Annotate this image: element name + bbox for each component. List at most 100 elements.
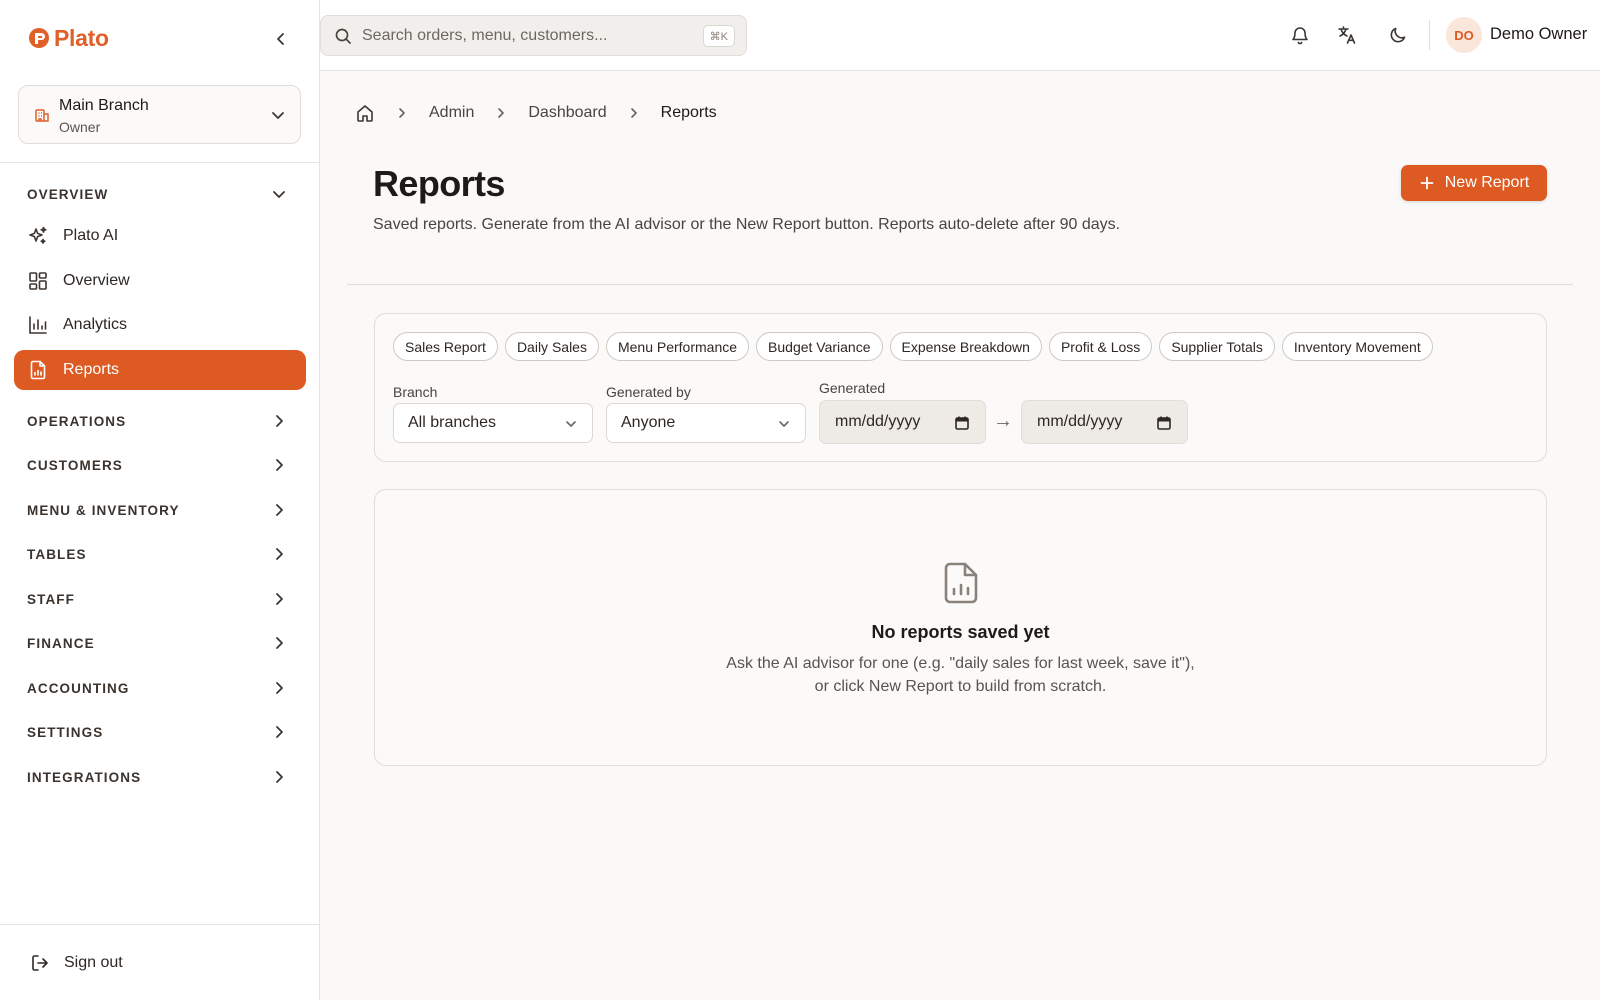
- section-accounting[interactable]: ACCOUNTING: [27, 676, 295, 700]
- empty-state: No reports saved yet Ask the AI advisor …: [374, 489, 1547, 766]
- plus-icon: [1419, 175, 1435, 191]
- date-to-input[interactable]: mm/dd/yyyy: [1021, 400, 1188, 444]
- file-chart-icon: [941, 561, 981, 605]
- page-title: Reports: [373, 163, 505, 204]
- section-label: OVERVIEW: [27, 186, 109, 202]
- chevron-down-icon: [777, 417, 791, 431]
- bar-chart-icon: [27, 314, 49, 336]
- logo[interactable]: Plato: [28, 23, 109, 53]
- new-report-button[interactable]: New Report: [1401, 165, 1547, 201]
- sidebar-divider: [0, 162, 320, 163]
- sparkles-icon: [27, 225, 49, 247]
- chip-daily-sales[interactable]: Daily Sales: [504, 332, 599, 361]
- chevron-right-icon: [627, 106, 641, 120]
- branch-select[interactable]: All branches: [393, 403, 593, 443]
- branch-switcher[interactable]: Main Branch Owner: [18, 85, 301, 144]
- home-icon[interactable]: [355, 103, 375, 123]
- section-finance[interactable]: FINANCE: [27, 631, 295, 655]
- chevron-right-icon: [271, 413, 287, 429]
- generated-by-label: Generated by: [606, 384, 691, 400]
- sign-out-button[interactable]: Sign out: [30, 951, 123, 975]
- range-arrow: →: [993, 410, 1013, 432]
- filters-panel: Sales Report Daily Sales Menu Performanc…: [374, 313, 1547, 462]
- date-to-value: mm/dd/yyyy: [1037, 413, 1123, 430]
- breadcrumb-dashboard[interactable]: Dashboard: [528, 104, 606, 122]
- sidebar-item-analytics[interactable]: Analytics: [14, 305, 306, 345]
- date-from-value: mm/dd/yyyy: [835, 413, 921, 430]
- branch-name: Main Branch: [59, 97, 149, 114]
- section-label: ACCOUNTING: [27, 680, 130, 696]
- plato-logo-icon: [28, 27, 50, 49]
- section-overview[interactable]: OVERVIEW: [27, 182, 295, 206]
- logo-text: Plato: [54, 24, 109, 51]
- avatar[interactable]: DO: [1446, 17, 1482, 53]
- topbar: Search orders, menu, customers... ⌘K DO …: [320, 0, 1600, 71]
- sidebar-item-label: Reports: [63, 361, 120, 378]
- chip-menu-performance[interactable]: Menu Performance: [605, 332, 750, 361]
- breadcrumb-current: Reports: [660, 104, 717, 121]
- section-label: INTEGRATIONS: [27, 769, 142, 785]
- search-icon: [334, 27, 352, 45]
- chip-inventory-movement[interactable]: Inventory Movement: [1281, 332, 1433, 361]
- search-input[interactable]: Search orders, menu, customers...: [362, 27, 607, 45]
- section-menu-inventory[interactable]: MENU & INVENTORY: [27, 498, 295, 522]
- translate-icon[interactable]: [1335, 23, 1359, 47]
- new-report-label: New Report: [1444, 174, 1530, 191]
- date-from-input[interactable]: mm/dd/yyyy: [819, 400, 986, 444]
- generated-by-select[interactable]: Anyone: [606, 403, 806, 443]
- user-name[interactable]: Demo Owner: [1490, 25, 1587, 44]
- sidebar-footer-divider: [0, 924, 320, 925]
- search-shortcut-badge: ⌘K: [702, 25, 735, 47]
- section-integrations[interactable]: INTEGRATIONS: [27, 765, 295, 789]
- chevron-right-icon: [271, 769, 287, 785]
- file-chart-icon: [27, 359, 49, 381]
- chevron-right-icon: [271, 680, 287, 696]
- collapse-sidebar-button[interactable]: [268, 26, 294, 52]
- section-label: SETTINGS: [27, 724, 104, 740]
- chip-expense-breakdown[interactable]: Expense Breakdown: [889, 332, 1042, 361]
- page-subtitle: Saved reports. Generate from the AI advi…: [373, 216, 1121, 233]
- calendar-icon[interactable]: [954, 415, 970, 431]
- branch-filter-label: Branch: [393, 384, 438, 400]
- section-staff[interactable]: STAFF: [27, 587, 295, 611]
- report-type-chips: Sales Report Daily Sales Menu Performanc…: [393, 332, 1433, 361]
- moon-icon[interactable]: [1386, 23, 1410, 47]
- header-divider: [347, 284, 1573, 285]
- section-settings[interactable]: SETTINGS: [27, 720, 295, 744]
- section-tables[interactable]: TABLES: [27, 542, 295, 566]
- section-label: OPERATIONS: [27, 413, 127, 429]
- global-search[interactable]: Search orders, menu, customers... ⌘K: [320, 15, 747, 56]
- empty-description-line: Ask the AI advisor for one (e.g. "daily …: [726, 655, 1195, 672]
- chip-budget-variance[interactable]: Budget Variance: [756, 332, 883, 361]
- section-label: STAFF: [27, 591, 75, 607]
- calendar-icon[interactable]: [1156, 415, 1172, 431]
- topbar-divider: [1429, 20, 1430, 50]
- chevron-right-icon: [395, 106, 409, 120]
- empty-description-line: or click New Report to build from scratc…: [814, 678, 1107, 695]
- building-icon: [33, 106, 51, 124]
- chevron-down-icon: [564, 417, 578, 431]
- section-label: MENU & INVENTORY: [27, 502, 180, 518]
- sign-out-label: Sign out: [64, 954, 123, 971]
- chip-sales-report[interactable]: Sales Report: [393, 332, 498, 361]
- sidebar-item-label: Plato AI: [63, 227, 119, 244]
- chevron-right-icon: [494, 106, 508, 120]
- grid-icon: [27, 270, 49, 292]
- chip-supplier-totals[interactable]: Supplier Totals: [1159, 332, 1275, 361]
- chevron-left-icon: [277, 33, 284, 45]
- section-operations[interactable]: OPERATIONS: [27, 409, 295, 433]
- chevron-right-icon: [271, 591, 287, 607]
- section-label: CUSTOMERS: [27, 457, 123, 473]
- sidebar-item-plato-ai[interactable]: Plato AI: [14, 216, 306, 256]
- log-out-icon: [30, 953, 50, 973]
- sidebar-item-reports[interactable]: Reports: [14, 350, 306, 390]
- sidebar-item-overview[interactable]: Overview: [14, 261, 306, 301]
- chip-profit-loss[interactable]: Profit & Loss: [1048, 332, 1153, 361]
- sidebar-item-label: Overview: [63, 272, 130, 289]
- generated-date-label: Generated: [819, 380, 886, 396]
- breadcrumb-admin[interactable]: Admin: [429, 104, 474, 122]
- chevron-right-icon: [271, 502, 287, 518]
- breadcrumb: Admin Dashboard Reports: [355, 101, 717, 125]
- section-customers[interactable]: CUSTOMERS: [27, 453, 295, 477]
- bell-icon[interactable]: [1288, 23, 1312, 47]
